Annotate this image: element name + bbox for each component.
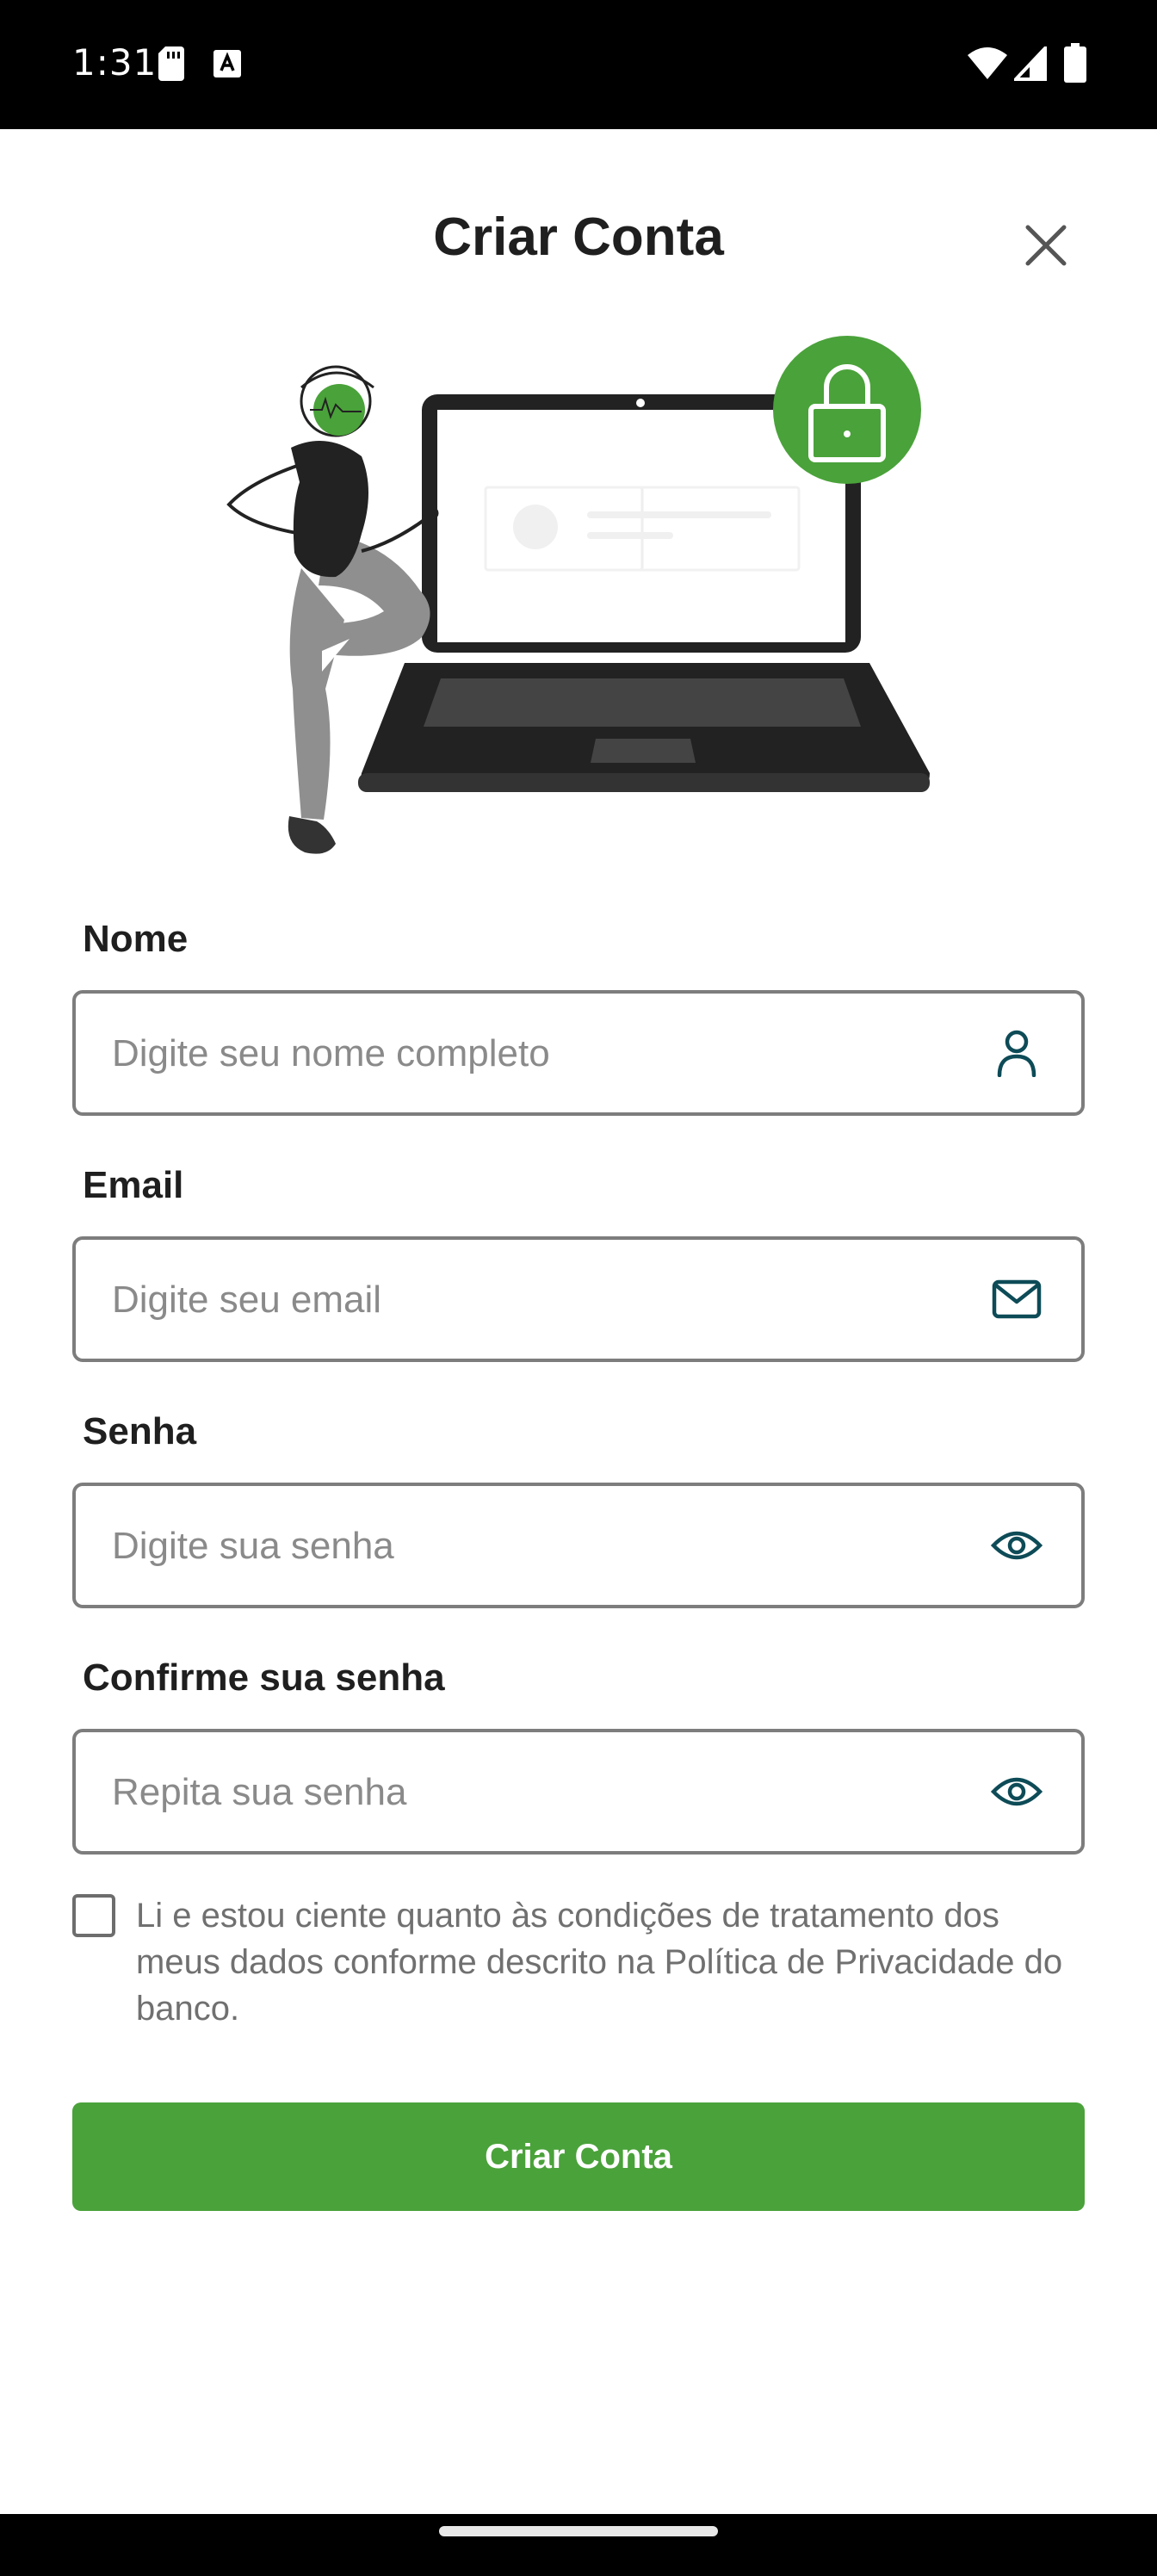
password-label: Senha (83, 1410, 197, 1452)
name-field[interactable] (72, 990, 1085, 1116)
name-label: Nome (83, 918, 189, 960)
show-confirm-password-toggle[interactable] (990, 1765, 1043, 1818)
email-label: Email (83, 1164, 184, 1206)
laptop-lock-illustration (226, 336, 930, 854)
password-input[interactable] (110, 1486, 974, 1607)
signal-icon (1014, 46, 1047, 81)
page-title: Criar Conta (433, 207, 724, 267)
eye-icon (991, 1531, 1043, 1560)
sd-card-icon (158, 46, 184, 81)
close-icon (1025, 225, 1067, 266)
mail-icon (990, 1273, 1043, 1326)
email-field[interactable] (72, 1236, 1085, 1362)
name-input[interactable] (110, 994, 974, 1114)
status-time: 1:31 (72, 41, 158, 84)
close-button[interactable] (1016, 215, 1076, 276)
privacy-consent-checkbox[interactable] (72, 1894, 115, 1937)
battery-icon (1064, 43, 1086, 83)
eye-icon (991, 1777, 1043, 1806)
show-password-toggle[interactable] (990, 1519, 1043, 1572)
a-badge-icon (213, 50, 241, 77)
wifi-icon (968, 47, 1007, 79)
create-account-button[interactable]: Criar Conta (72, 2102, 1085, 2211)
confirm-password-input[interactable] (110, 1732, 974, 1853)
person-icon (990, 1026, 1043, 1080)
password-field[interactable] (72, 1483, 1085, 1608)
status-bar: 1:31 (0, 0, 1157, 129)
confirm-password-field[interactable] (72, 1729, 1085, 1855)
privacy-consent-text: Li e estou ciente quanto às condições de… (136, 1897, 1063, 2028)
confirm-password-label: Confirme sua senha (83, 1656, 445, 1699)
home-gesture-handle[interactable] (439, 2526, 718, 2536)
email-input[interactable] (110, 1240, 974, 1360)
navigation-bar (0, 2514, 1157, 2576)
